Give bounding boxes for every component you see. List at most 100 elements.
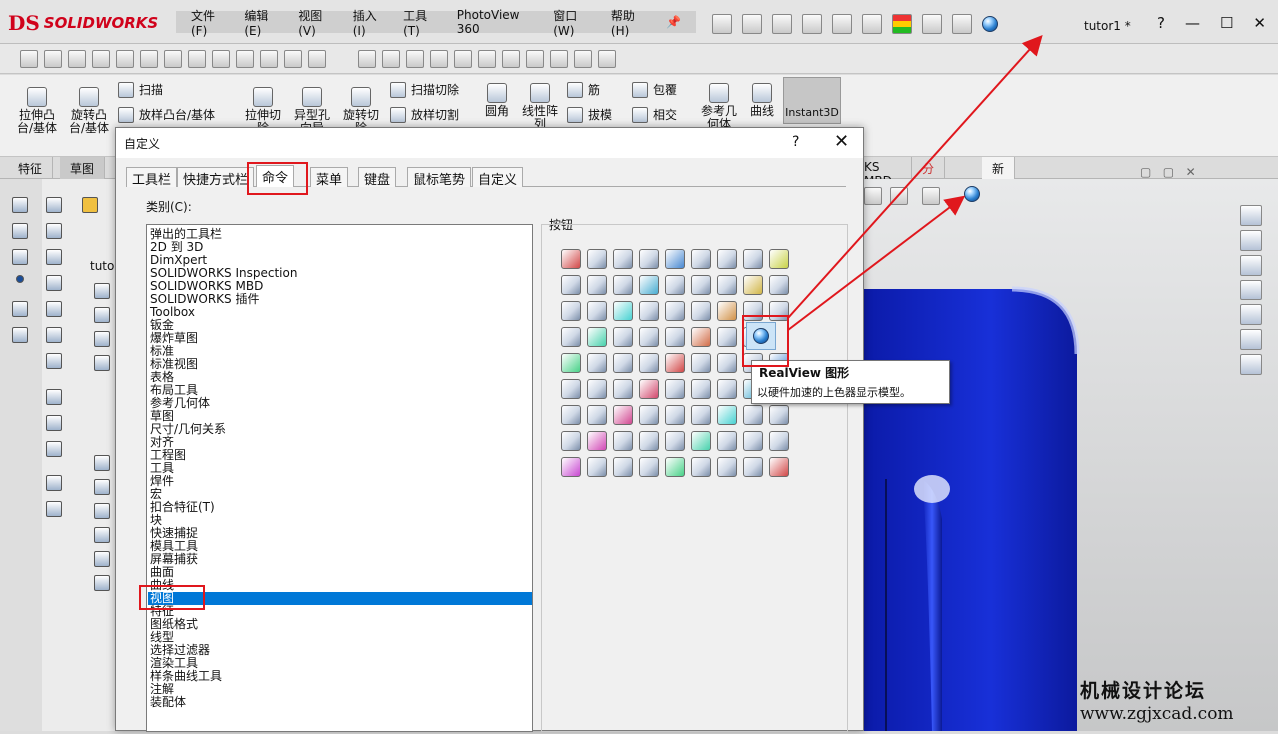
- sketch-icon[interactable]: [46, 353, 62, 369]
- help-icon[interactable]: ?: [1157, 14, 1165, 32]
- command-button-icon[interactable]: [691, 457, 711, 477]
- command-button-icon[interactable]: [691, 431, 711, 451]
- draft-button[interactable]: 拔模: [567, 106, 612, 123]
- command-button-icon[interactable]: [665, 275, 685, 295]
- display-relations-icon[interactable]: [46, 441, 62, 457]
- zoom-to-area-icon[interactable]: [44, 49, 62, 68]
- command-button-icon[interactable]: [613, 405, 633, 425]
- tree-item-icon[interactable]: [94, 479, 110, 495]
- tree-item-icon[interactable]: [94, 331, 110, 347]
- design-library-icon[interactable]: [1240, 229, 1262, 251]
- appearance-icon[interactable]: [260, 49, 278, 68]
- category-item[interactable]: 装配体: [150, 696, 186, 709]
- move-entities-icon[interactable]: [46, 501, 62, 517]
- command-button-icon[interactable]: [587, 353, 607, 373]
- open-icon[interactable]: [742, 14, 762, 34]
- command-button-icon[interactable]: [587, 275, 607, 295]
- tree-root-label[interactable]: tuto: [90, 259, 114, 273]
- command-button-icon[interactable]: [587, 379, 607, 399]
- top-view-icon[interactable]: [478, 49, 496, 68]
- command-button-icon[interactable]: [613, 379, 633, 399]
- command-button-icon[interactable]: [587, 249, 607, 269]
- sketch-icon[interactable]: [46, 301, 62, 317]
- isometric-view-icon[interactable]: [526, 49, 544, 68]
- command-button-icon[interactable]: [587, 431, 607, 451]
- command-button-icon[interactable]: [717, 457, 737, 477]
- menu-file[interactable]: 文件(F): [182, 7, 235, 38]
- smart-dimension-icon[interactable]: [46, 389, 62, 405]
- undo-icon[interactable]: [832, 14, 852, 34]
- trimetric-view-icon[interactable]: [550, 49, 568, 68]
- sketch-icon[interactable]: [46, 327, 62, 343]
- command-button-icon[interactable]: [613, 301, 633, 321]
- axis-icon[interactable]: [12, 223, 28, 239]
- previous-view-icon[interactable]: [68, 49, 86, 68]
- display-monitor-icon[interactable]: [308, 49, 326, 68]
- tab-sketch[interactable]: 草图: [60, 157, 106, 179]
- sketch-icon[interactable]: [46, 249, 62, 265]
- sketch-icon[interactable]: [46, 223, 62, 239]
- extrude-boss-button[interactable]: 拉伸凸 台/基体: [14, 87, 60, 135]
- tab-mouse-gestures[interactable]: 鼠标笔势: [407, 167, 472, 188]
- command-button-icon[interactable]: [691, 353, 711, 373]
- reference-geometry-button[interactable]: 参考几 何体: [697, 83, 741, 131]
- command-button-icon[interactable]: [613, 275, 633, 295]
- menu-insert[interactable]: 插入(I): [344, 7, 394, 38]
- viewport-window-buttons[interactable]: ▢ ▢ ✕: [1140, 165, 1196, 179]
- command-button-icon[interactable]: [665, 405, 685, 425]
- tab-features[interactable]: 特征: [8, 157, 54, 179]
- tree-item-icon[interactable]: [94, 575, 110, 591]
- command-button-icon[interactable]: [561, 379, 581, 399]
- new-document-icon[interactable]: [712, 14, 732, 34]
- close-button[interactable]: ✕: [1253, 14, 1266, 32]
- command-button-icon[interactable]: [717, 379, 737, 399]
- back-view-icon[interactable]: [406, 49, 424, 68]
- command-button-icon[interactable]: [613, 457, 633, 477]
- command-button-icon[interactable]: [639, 405, 659, 425]
- graphics-viewport[interactable]: ▢ ▢ ✕: [862, 165, 1278, 731]
- custom-properties-icon[interactable]: [1240, 329, 1262, 351]
- minimize-button[interactable]: —: [1185, 14, 1200, 32]
- command-button-icon[interactable]: [639, 431, 659, 451]
- tab-new[interactable]: 新选项卡: [982, 157, 1016, 227]
- command-button-icon[interactable]: [561, 275, 581, 295]
- menu-window[interactable]: 窗口(W): [544, 7, 602, 38]
- tab-customization[interactable]: 自定义: [472, 167, 524, 188]
- instant3d-button[interactable]: Instant3D: [783, 77, 841, 124]
- display-style-icon[interactable]: [164, 49, 182, 68]
- coordinate-system-icon[interactable]: [12, 249, 28, 265]
- menu-edit[interactable]: 编辑(E): [235, 7, 289, 38]
- command-button-icon[interactable]: [639, 327, 659, 347]
- tree-item-icon[interactable]: [94, 455, 110, 471]
- command-button-icon[interactable]: [691, 275, 711, 295]
- front-view-icon[interactable]: [382, 49, 400, 68]
- dialog-close-button[interactable]: ✕: [834, 131, 849, 152]
- tree-item-icon[interactable]: [94, 527, 110, 543]
- save-icon[interactable]: [772, 14, 792, 34]
- command-button-icon[interactable]: [743, 405, 763, 425]
- wrap-button[interactable]: 包覆: [632, 81, 677, 98]
- command-button-icon[interactable]: [717, 405, 737, 425]
- menu-tools[interactable]: 工具(T): [394, 7, 448, 38]
- command-button-icon[interactable]: [561, 431, 581, 451]
- command-button-icon[interactable]: [769, 249, 789, 269]
- command-button-icon[interactable]: [587, 327, 607, 347]
- command-button-icon[interactable]: [717, 327, 737, 347]
- command-button-icon[interactable]: [743, 457, 763, 477]
- rib-button[interactable]: 筋: [567, 81, 600, 98]
- command-button-icon[interactable]: [613, 353, 633, 373]
- tab-analysis-prep[interactable]: 分析准备: [912, 157, 946, 227]
- pin-icon[interactable]: 📌: [657, 15, 690, 29]
- traffic-light-icon[interactable]: [892, 14, 912, 34]
- hide-show-items-icon[interactable]: [864, 187, 882, 205]
- command-button-icon[interactable]: [613, 327, 633, 347]
- command-button-icon[interactable]: [665, 379, 685, 399]
- command-button-icon[interactable]: [665, 327, 685, 347]
- tab-shortcut-bars[interactable]: 快捷方式栏: [177, 167, 255, 188]
- intersect-button[interactable]: 相交: [632, 106, 677, 123]
- command-button-icon[interactable]: [639, 249, 659, 269]
- part-icon[interactable]: [82, 197, 98, 213]
- appearances-scenes-icon[interactable]: [1240, 304, 1262, 326]
- solidworks-logo[interactable]: DS SOLIDWORKS: [8, 8, 158, 38]
- solidworks-resources-icon[interactable]: [1240, 205, 1262, 226]
